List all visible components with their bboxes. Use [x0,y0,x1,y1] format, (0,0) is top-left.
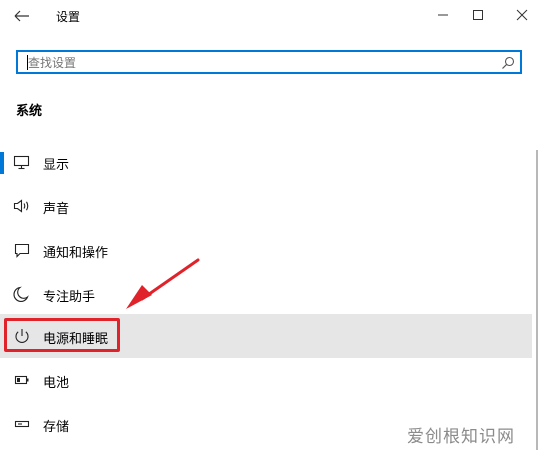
search-box[interactable] [16,50,522,74]
maximize-icon [473,10,483,20]
nav-label: 存储 [43,420,70,435]
highlight-annotation-box [4,318,120,352]
monitor-icon [13,155,30,170]
nav-label: 电池 [43,376,70,391]
search-icon[interactable] [500,55,516,71]
nav-item-battery[interactable]: 电池 [0,358,532,402]
section-title: 系统 [16,104,43,119]
storage-icon [14,420,30,428]
annotation-arrow-icon [126,258,200,309]
window-title: 设置 [56,10,81,24]
nav-item-display[interactable]: 显示 [0,140,532,184]
back-arrow-icon [14,10,29,22]
nav-item-focus-assist[interactable]: 专注助手 [0,272,532,316]
watermark: 爱创根知识网 [407,427,515,447]
notification-icon [14,243,30,258]
nav-item-notifications[interactable]: 通知和操作 [0,228,532,272]
nav-label: 通知和操作 [43,246,109,261]
selection-indicator [0,152,4,174]
scrollbar-thumb[interactable] [536,150,538,450]
close-button[interactable] [511,4,533,26]
nav-label: 显示 [43,158,70,173]
title-bar: 设置 [0,0,542,32]
nav-label: 专注助手 [43,290,96,305]
moon-icon [13,286,29,302]
search-input[interactable] [28,56,488,70]
close-icon [516,9,528,21]
nav-label: 声音 [43,202,70,217]
minimize-button[interactable] [432,4,454,26]
back-button[interactable] [10,6,34,26]
battery-icon [14,375,29,385]
speaker-icon [13,199,29,213]
minimize-icon [438,14,448,16]
maximize-button[interactable] [467,4,489,26]
nav-item-sound[interactable]: 声音 [0,184,532,228]
scrollbar[interactable] [534,150,540,450]
